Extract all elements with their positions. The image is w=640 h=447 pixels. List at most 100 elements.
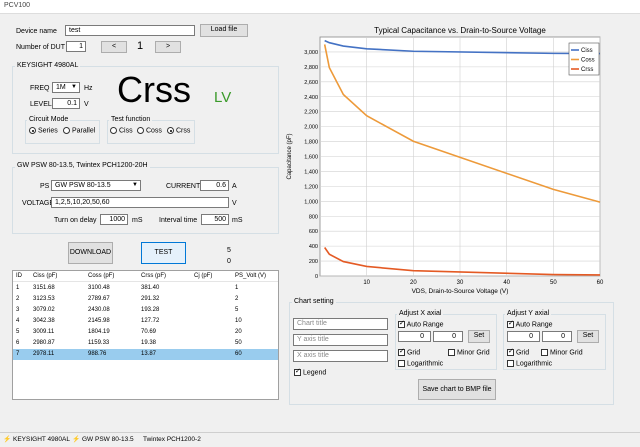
x-tick-label: 60 xyxy=(597,280,604,286)
y-tick-label: 600 xyxy=(309,229,318,235)
y-tick-label: 2,600 xyxy=(304,80,318,86)
y-axis-title-input[interactable]: Y axis title xyxy=(293,334,388,346)
y-max-input[interactable]: 0 xyxy=(542,331,572,342)
current-dut: 1 xyxy=(137,40,144,52)
ciss-radio[interactable]: Ciss xyxy=(110,127,133,134)
coss-radio[interactable]: Coss xyxy=(137,127,162,134)
status-item-meter: KEYSIGHT 4980AL xyxy=(13,436,70,443)
capacitance-chart: Typical Capacitance vs. Drain-to-Source … xyxy=(287,26,604,295)
load-file-button[interactable]: Load file xyxy=(200,24,248,37)
y-axis-label: Capacitance (pF) xyxy=(287,133,293,179)
turn-on-label: Turn on delay xyxy=(54,217,97,224)
y-min-input[interactable]: 0 xyxy=(507,331,540,342)
ps-select[interactable]: GW PSW 80-13.5 ▼ xyxy=(51,180,141,191)
x-auto-range-box xyxy=(398,320,405,328)
y-set-button[interactable]: Set xyxy=(577,330,599,343)
prev-dut-button[interactable]: < xyxy=(101,41,127,53)
table-cell: 2980.87 xyxy=(33,340,55,346)
table-row[interactable]: 6 2980.87 1159.33 19.38 50 xyxy=(13,338,278,349)
column-header[interactable]: Crss (pF) xyxy=(141,271,166,281)
table-cell: 6 xyxy=(16,340,20,346)
chart-setting-title: Chart setting xyxy=(292,298,336,306)
test-button[interactable]: TEST xyxy=(141,242,186,264)
lv-indicator: LV xyxy=(214,89,232,106)
table-row[interactable]: 3 3079.02 2430.08 193.28 5 xyxy=(13,305,278,316)
legend-checkbox[interactable]: Legend xyxy=(294,368,326,376)
x-axis-title-input[interactable]: X axis title xyxy=(293,350,388,362)
y-auto-range-checkbox[interactable]: Auto Range xyxy=(507,320,553,328)
y-log-label: Logarithmic xyxy=(515,360,553,368)
freq-unit: Hz xyxy=(84,85,93,92)
device-name-input[interactable]: test xyxy=(65,25,195,36)
y-tick-label: 2,000 xyxy=(304,125,318,131)
table-row[interactable]: 4 3042.38 2145.98 127.72 10 xyxy=(13,316,278,327)
table-cell: 70.69 xyxy=(141,329,157,335)
adjust-x-title: Adjust X axial xyxy=(397,310,444,318)
column-header[interactable]: ID xyxy=(16,271,22,281)
crss-label: Crss xyxy=(175,127,191,135)
table-cell: 193.28 xyxy=(141,307,160,313)
x-grid-checkbox[interactable]: Grid xyxy=(398,348,421,357)
column-header[interactable]: Coss (pF) xyxy=(88,271,114,281)
ciss-label: Ciss xyxy=(118,127,133,135)
table-row[interactable]: 5 3009.11 1804.19 70.69 20 xyxy=(13,327,278,338)
results-table[interactable]: ID Ciss (pF) Coss (pF) Crss (pF) Cj (pF) PS_V… xyxy=(12,270,279,400)
table-cell: 988.76 xyxy=(88,351,107,357)
column-header[interactable]: Ciss (pF) xyxy=(33,271,57,281)
table-row[interactable]: 7 2978.11 988.76 13.87 60 xyxy=(13,349,278,360)
table-cell: 1159.33 xyxy=(88,340,110,346)
column-header[interactable]: PS_Volt (V) xyxy=(235,271,266,281)
chart-title-input[interactable]: Chart title xyxy=(293,318,388,330)
column-header[interactable]: Cj (pF) xyxy=(194,271,212,281)
save-chart-button[interactable]: Save chart to BMP file xyxy=(418,379,496,400)
y-tick-label: 2,800 xyxy=(304,65,318,71)
lightning-icon: ⚡ xyxy=(3,436,12,443)
y-tick-label: 2,400 xyxy=(304,95,318,101)
y-log-box xyxy=(507,360,514,367)
dut-count-input[interactable]: 1 xyxy=(66,41,86,52)
voltage-input[interactable]: 1,2,5,10,20,50,60 xyxy=(51,197,229,208)
x-log-checkbox[interactable]: Logarithmic xyxy=(398,360,443,367)
freq-select[interactable]: 1M ▼ xyxy=(52,82,80,93)
x-set-button[interactable]: Set xyxy=(468,330,490,343)
table-cell: 3079.02 xyxy=(33,307,55,313)
title-bar: PCV100 xyxy=(0,0,640,14)
next-dut-button[interactable]: > xyxy=(155,41,181,53)
y-auto-range-box xyxy=(507,320,514,328)
x-grid-label: Grid xyxy=(406,349,421,357)
series-radio[interactable]: Series xyxy=(29,127,58,134)
table-cell: 381.40 xyxy=(141,285,160,291)
turn-on-unit: mS xyxy=(132,217,143,224)
interval-unit: mS xyxy=(232,217,243,224)
turn-on-input[interactable]: 1000 xyxy=(100,214,128,225)
level-input[interactable]: 0.1 xyxy=(52,98,80,109)
ps-value: GW PSW 80-13.5 xyxy=(55,182,111,189)
current-unit: A xyxy=(232,183,237,190)
crss-radio[interactable]: Crss xyxy=(167,127,190,134)
x-max-input[interactable]: 0 xyxy=(433,331,463,342)
table-row[interactable]: 1 3151.68 3100.48 381.40 1 xyxy=(13,283,278,294)
x-minor-grid-label: Minor Grid xyxy=(456,349,490,357)
x-minor-grid-box xyxy=(448,349,455,356)
voltage-unit: V xyxy=(232,200,237,207)
y-grid-label: Grid xyxy=(515,349,530,357)
y-tick-label: 2,200 xyxy=(304,110,318,116)
ps-label: PS xyxy=(40,183,50,190)
x-auto-range-checkbox[interactable]: Auto Range xyxy=(398,320,444,328)
y-grid-checkbox[interactable]: Grid xyxy=(507,348,530,357)
y-log-checkbox[interactable]: Logarithmic xyxy=(507,360,552,367)
download-button[interactable]: DOWNLOAD xyxy=(68,242,113,264)
y-minor-grid-checkbox[interactable]: Minor Grid xyxy=(541,349,583,356)
x-minor-grid-checkbox[interactable]: Minor Grid xyxy=(448,349,490,356)
table-row[interactable]: 2 3123.53 2789.67 291.32 2 xyxy=(13,294,278,305)
table-cell: 60 xyxy=(235,351,242,357)
x-min-input[interactable]: 0 xyxy=(398,331,431,342)
interval-input[interactable]: 500 xyxy=(201,214,229,225)
table-cell: 5 xyxy=(16,329,20,335)
circuit-mode-title: Circuit Mode xyxy=(27,116,71,124)
current-input[interactable]: 0.6 xyxy=(200,180,229,191)
y-minor-grid-box xyxy=(541,349,548,356)
parallel-radio[interactable]: Parallel xyxy=(63,127,95,134)
device-name-label: Device name xyxy=(16,28,57,35)
x-grid-box xyxy=(398,348,405,356)
